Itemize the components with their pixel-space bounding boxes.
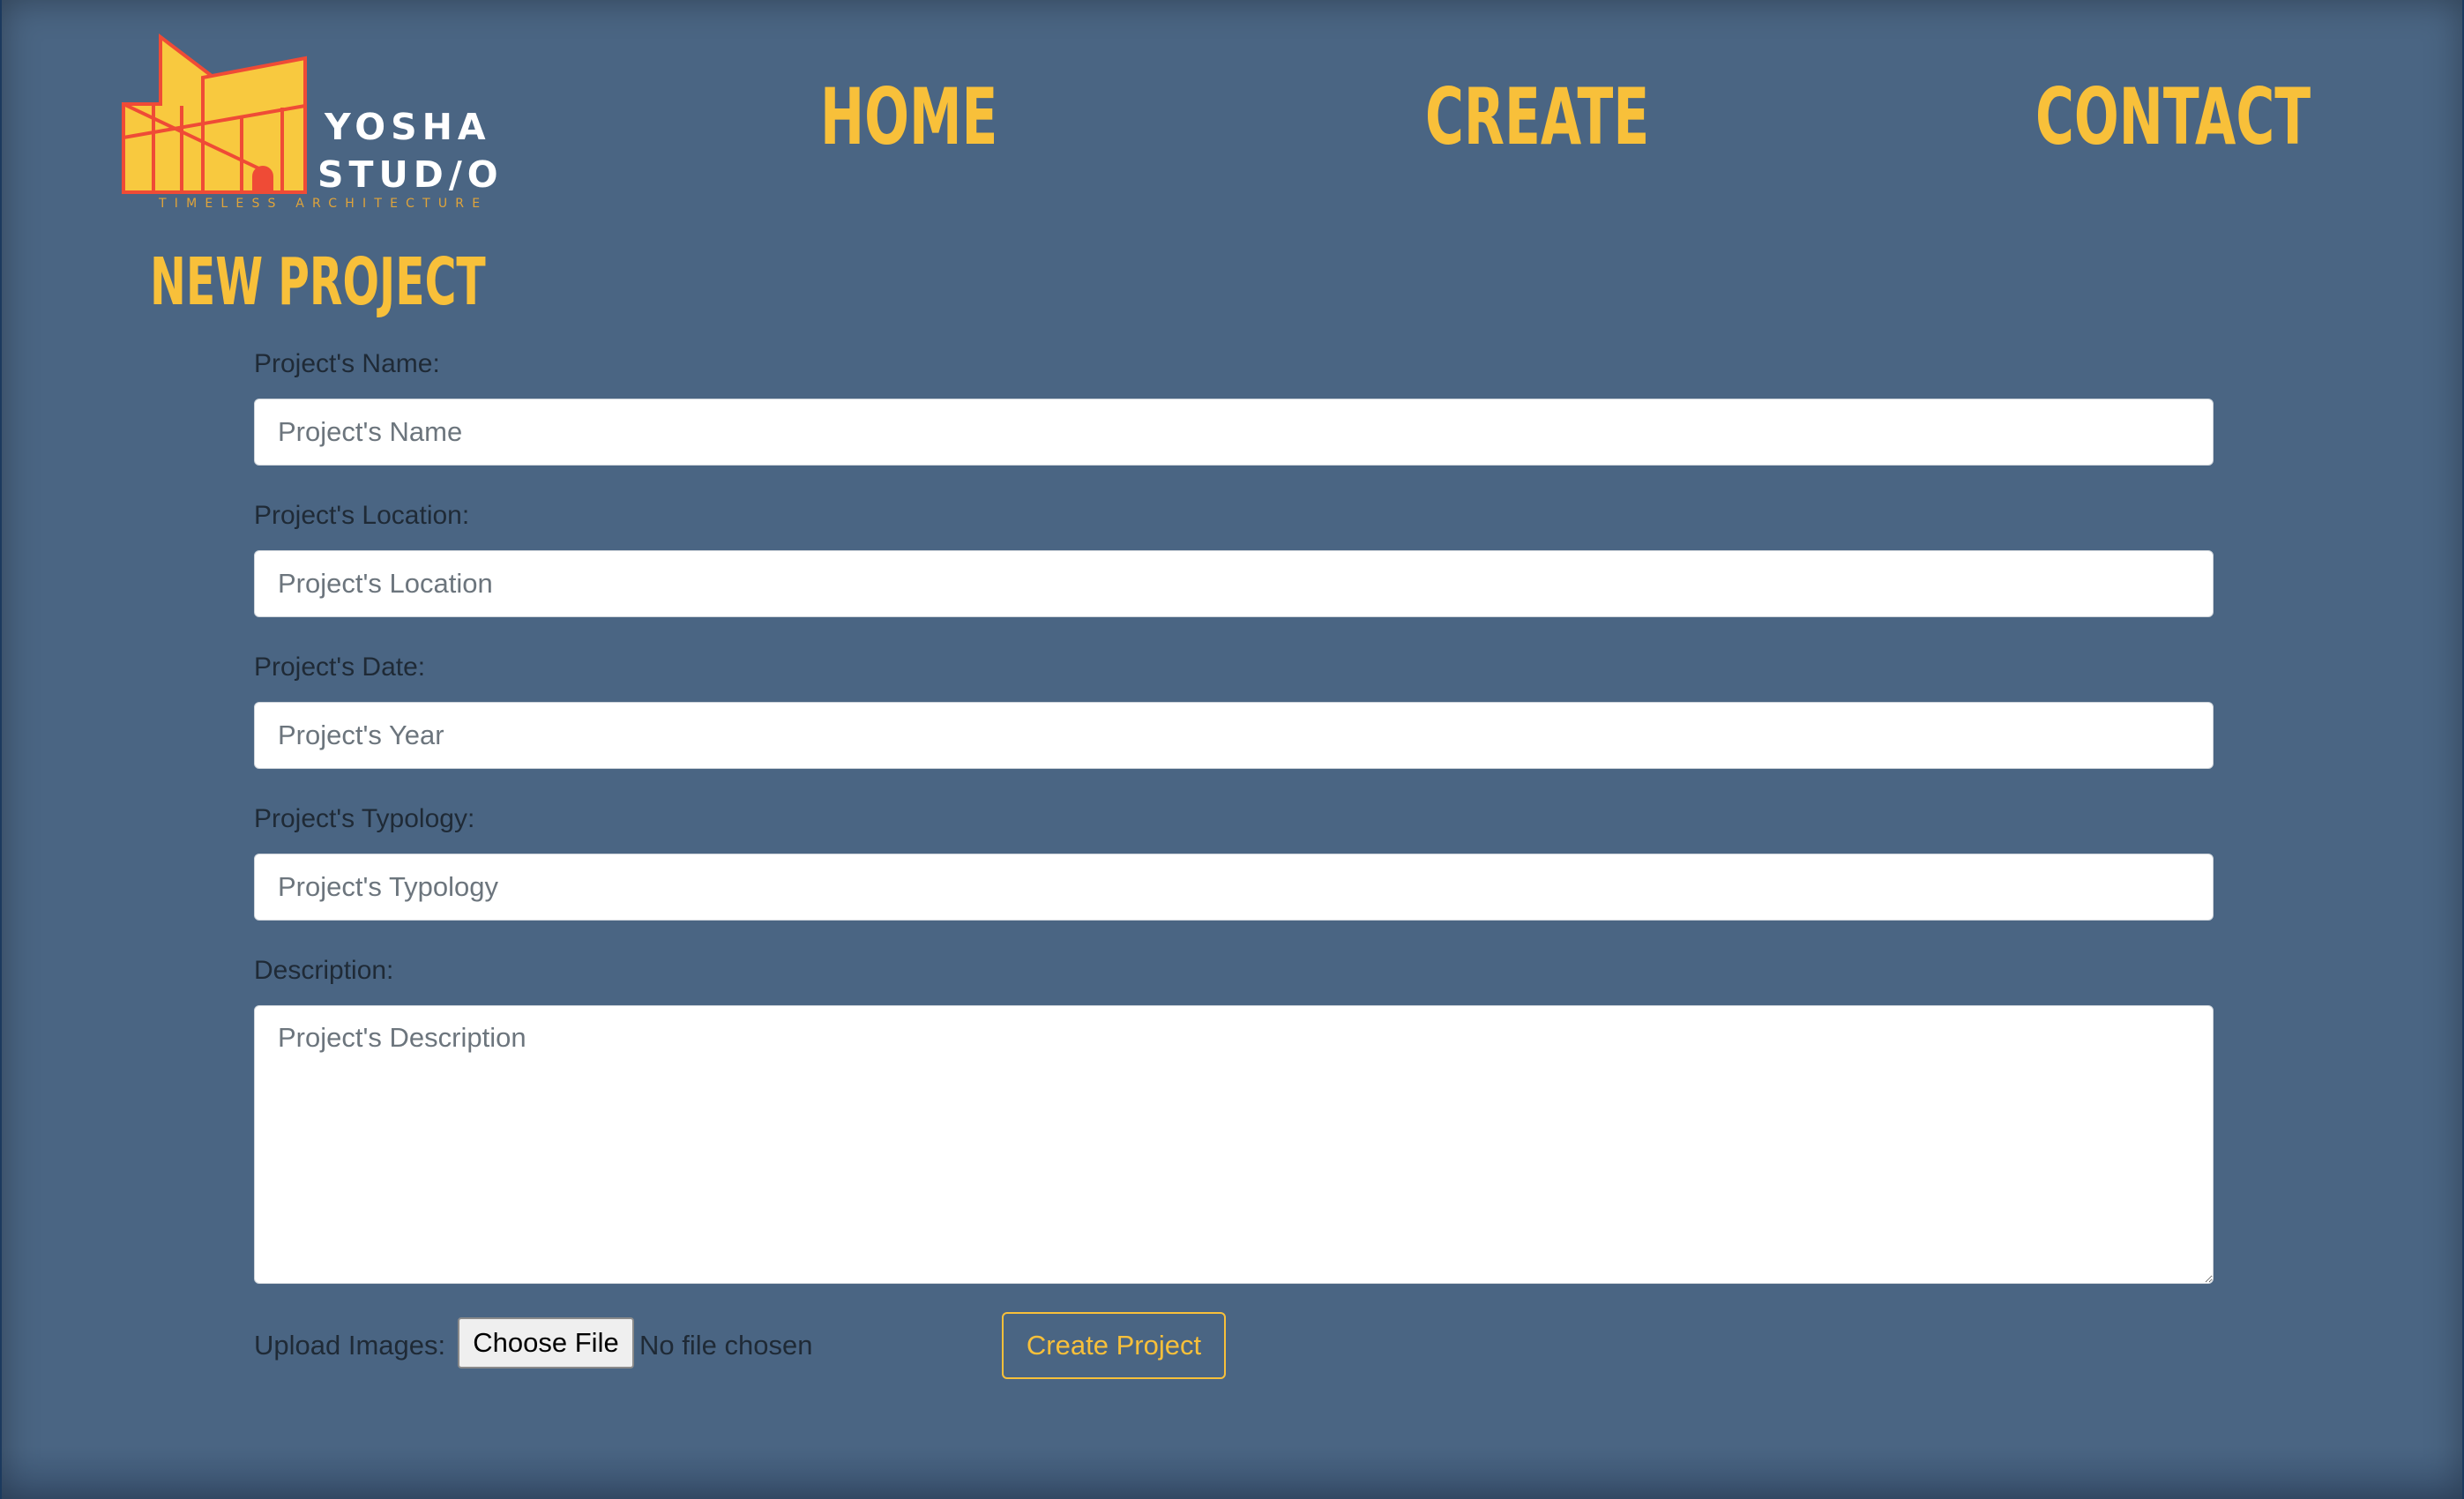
project-location-input[interactable]	[254, 550, 2214, 617]
nav-home-link[interactable]: HOME	[820, 69, 997, 166]
brand-tagline: TIMELESS ARCHITECTURE	[159, 197, 489, 211]
project-name-label: Project's Name:	[254, 349, 440, 378]
upload-row: Upload Images: Choose File No file chose…	[254, 1317, 1489, 1370]
create-project-button[interactable]: Create Project	[1002, 1312, 1226, 1379]
project-location-label: Project's Location:	[254, 501, 470, 530]
page: YOSHA STUD/O TIMELESS ARCHITECTURE HOME …	[2, 0, 2462, 1499]
project-typology-input[interactable]	[254, 854, 2214, 921]
nav-create-link[interactable]: CREATE	[1425, 69, 1649, 166]
choose-file-button[interactable]: Choose File	[458, 1317, 634, 1368]
bottom-shadow	[2, 1446, 2462, 1499]
description-label: Description:	[254, 956, 394, 985]
project-date-label: Project's Date:	[254, 653, 426, 682]
description-textarea[interactable]	[254, 1005, 2214, 1284]
page-title: NEW PROJECT	[150, 244, 486, 320]
main-nav: HOME CREATE CONTACT	[2, 69, 2462, 175]
nav-contact-link[interactable]: CONTACT	[2035, 69, 2311, 166]
project-typology-label: Project's Typology:	[254, 804, 475, 833]
file-status: No file chosen	[639, 1330, 813, 1361]
upload-images-label: Upload Images:	[254, 1330, 446, 1361]
project-name-input[interactable]	[254, 399, 2214, 466]
project-date-input[interactable]	[254, 702, 2214, 769]
